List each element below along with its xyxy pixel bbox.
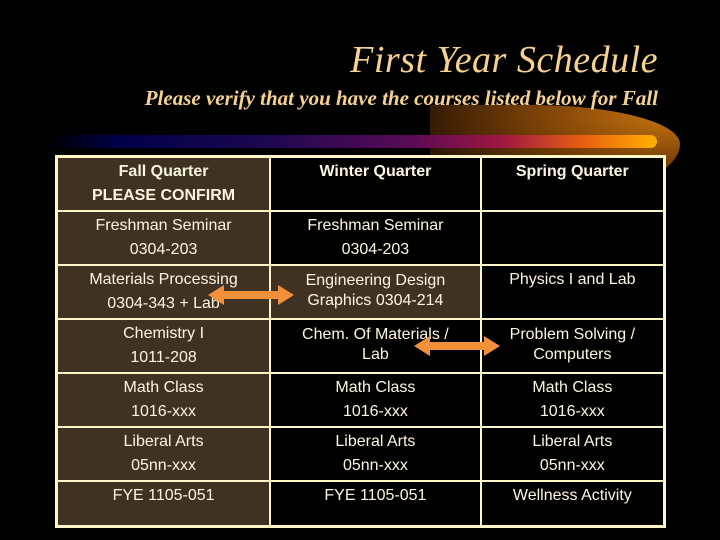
course-code: 1016-xxx	[342, 403, 408, 420]
course-name: Math Class	[532, 379, 613, 396]
schedule-table: Fall Quarter PLEASE CONFIRM Winter Quarte…	[55, 155, 666, 528]
table-cell: Problem Solving / Computers	[479, 318, 666, 374]
course-name: FYE 1105-051	[112, 487, 215, 504]
course-name: Liberal Arts	[532, 433, 613, 450]
course-name: Liberal Arts	[335, 433, 416, 450]
course-name: Freshman Seminar	[95, 217, 232, 234]
table-cell: FYE 1105-051	[55, 480, 272, 527]
course-code: 1016-xxx	[539, 403, 605, 420]
course-code: 05nn-xxx	[539, 457, 605, 474]
table-row: Liberal Arts 05nn-xxx Liberal Arts 05nn-xx…	[55, 426, 666, 482]
table-cell: FYE 1105-051	[269, 480, 482, 527]
table-row: FYE 1105-051 FYE 1105-051 Wellness Activ…	[55, 480, 666, 527]
course-code: 05nn-xxx	[131, 457, 197, 474]
course-code: 1011-208	[130, 349, 197, 366]
header-sublabel: PLEASE CONFIRM	[92, 187, 236, 204]
course-code: 05nn-xxx	[342, 457, 408, 474]
header-label: Spring Quarter	[515, 163, 629, 180]
course-name: Chemistry I	[123, 325, 205, 342]
course-name: Math Class	[123, 379, 204, 396]
table-header-row: Fall Quarter PLEASE CONFIRM Winter Quarte…	[55, 155, 666, 212]
table-row: Materials Processing 0304-343 + Lab Engin…	[55, 264, 666, 320]
table-cell: Liberal Arts 05nn-xxx	[55, 426, 272, 482]
decorative-gradient-bar	[45, 135, 657, 148]
course-name: Physics I and Lab	[509, 271, 636, 288]
course-name: Wellness Activity	[512, 487, 632, 504]
header-label: Winter Quarter	[319, 163, 432, 180]
header-fall: Fall Quarter PLEASE CONFIRM	[55, 155, 272, 212]
course-name: Liberal Arts	[123, 433, 204, 450]
table-cell: Physics I and Lab	[479, 264, 666, 320]
table-cell: Engineering Design Graphics 0304-214	[269, 264, 482, 320]
header-label: Fall Quarter	[118, 163, 209, 180]
table-row: Math Class 1016-xxx Math Class 1016-xxx Ma…	[55, 372, 666, 428]
table-cell	[479, 210, 666, 266]
course-name: Freshman Seminar	[307, 217, 444, 234]
course-name: FYE 1105-051	[324, 487, 427, 504]
table-row: Freshman Seminar 0304-203 Freshman Semina…	[55, 210, 666, 266]
table-cell: Freshman Seminar 0304-203	[55, 210, 272, 266]
course-code: 0304-203	[341, 241, 410, 258]
course-code: Computers	[533, 346, 612, 363]
course-name: Math Class	[335, 379, 416, 396]
table-cell: Freshman Seminar 0304-203	[269, 210, 482, 266]
table-cell: Math Class 1016-xxx	[269, 372, 482, 428]
double-headed-arrow-icon	[208, 285, 294, 305]
header-winter: Winter Quarter	[269, 155, 482, 212]
slide-title: First Year Schedule	[350, 39, 658, 81]
table-cell: Chemistry I 1011-208	[55, 318, 272, 374]
course-name: Problem Solving /	[509, 326, 636, 343]
course-code: 1016-xxx	[131, 403, 197, 420]
table-row: Chemistry I 1011-208 Chem. Of Materials /…	[55, 318, 666, 374]
course-code: 0304-203	[129, 241, 198, 258]
double-headed-arrow-icon	[414, 336, 500, 356]
slide-subtitle: Please verify that you have the courses …	[144, 86, 658, 110]
course-name: Engineering Design	[305, 272, 446, 289]
table-cell: Liberal Arts 05nn-xxx	[479, 426, 666, 482]
table-cell: Math Class 1016-xxx	[479, 372, 666, 428]
table-cell: Math Class 1016-xxx	[55, 372, 272, 428]
table-cell: Liberal Arts 05nn-xxx	[269, 426, 482, 482]
table-cell: Wellness Activity	[479, 480, 666, 527]
header-spring: Spring Quarter	[479, 155, 666, 212]
course-code: Graphics 0304-214	[307, 292, 444, 309]
